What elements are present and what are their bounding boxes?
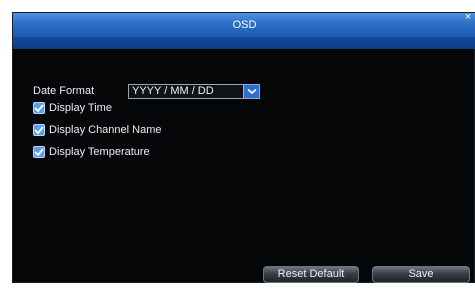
osd-dialog: OSD × Date Format YYYY / MM / DD Display… bbox=[12, 11, 475, 283]
display-temperature-row[interactable]: Display Temperature bbox=[33, 144, 150, 160]
date-format-label: Date Format bbox=[33, 85, 95, 97]
date-format-value: YYYY / MM / DD bbox=[132, 84, 214, 97]
dialog-title: OSD bbox=[232, 19, 257, 31]
display-time-checkbox[interactable] bbox=[33, 102, 45, 114]
display-time-row[interactable]: Display Time bbox=[33, 100, 112, 116]
date-format-dropdown-button[interactable] bbox=[243, 84, 259, 98]
dialog-title-bar: OSD × bbox=[13, 11, 475, 37]
display-channel-name-label: Display Channel Name bbox=[49, 124, 162, 136]
dialog-title-strip bbox=[13, 37, 475, 49]
check-icon bbox=[34, 104, 44, 112]
check-icon bbox=[34, 148, 44, 156]
check-icon bbox=[34, 126, 44, 134]
date-format-select[interactable]: YYYY / MM / DD bbox=[128, 83, 260, 99]
display-channel-name-checkbox[interactable] bbox=[33, 124, 45, 136]
save-button[interactable]: Save bbox=[372, 266, 470, 283]
display-temperature-checkbox[interactable] bbox=[33, 146, 45, 158]
display-channel-name-row[interactable]: Display Channel Name bbox=[33, 122, 162, 138]
chevron-down-icon bbox=[246, 88, 257, 94]
display-temperature-label: Display Temperature bbox=[49, 146, 150, 158]
date-format-row: Date Format YYYY / MM / DD bbox=[33, 83, 260, 99]
reset-default-button[interactable]: Reset Default bbox=[263, 266, 359, 283]
close-icon[interactable]: × bbox=[462, 11, 474, 23]
display-time-label: Display Time bbox=[49, 102, 112, 114]
